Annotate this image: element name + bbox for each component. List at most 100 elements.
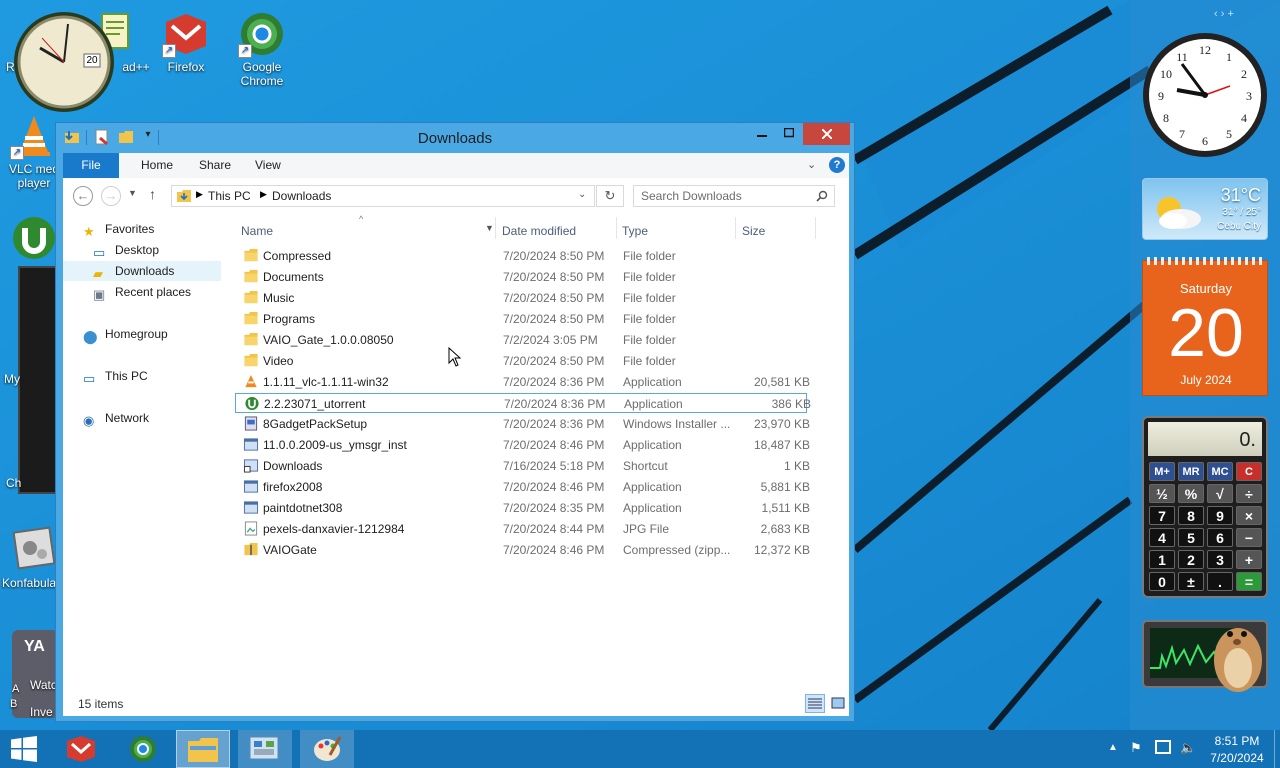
calculator-key[interactable]: 8 <box>1178 506 1204 525</box>
file-row[interactable]: VAIOGate 7/20/2024 8:46 PM Compressed (zip… <box>235 540 810 560</box>
large-icons-view-button[interactable] <box>829 694 847 713</box>
back-button[interactable]: ← <box>73 186 93 206</box>
tab-file[interactable]: File <box>63 153 119 178</box>
tab-home[interactable]: Home <box>127 153 187 178</box>
maximize-button[interactable] <box>776 123 802 145</box>
item-count: 15 items <box>78 697 124 711</box>
calculator-key[interactable]: 5 <box>1178 528 1204 547</box>
address-bar[interactable]: ▶ This PC ▶ Downloads ⌄ <box>171 185 595 207</box>
taskbar-clock-date[interactable]: 7/20/2024 <box>1202 751 1272 765</box>
show-hidden-icons-button[interactable]: ▲ <box>1108 742 1118 753</box>
calculator-key[interactable]: ÷ <box>1236 484 1262 503</box>
calculator-key[interactable]: ½ <box>1149 484 1175 503</box>
calculator-key[interactable]: √ <box>1207 484 1233 503</box>
calculator-key[interactable]: − <box>1236 528 1262 547</box>
up-button[interactable]: ↑ <box>149 186 156 202</box>
calculator-key[interactable]: = <box>1236 572 1262 591</box>
calculator-key[interactable]: ± <box>1178 572 1204 591</box>
column-separator[interactable] <box>815 217 816 239</box>
calculator-key[interactable]: 4 <box>1149 528 1175 547</box>
column-separator[interactable] <box>616 217 617 239</box>
volume-muted-icon[interactable]: 🔈 <box>1180 740 1196 756</box>
taskbar-clock-time[interactable]: 8:51 PM <box>1202 734 1272 748</box>
sidebar-clock-gadget[interactable]: 12 1 2 3 45 6 78 9 10 11 <box>1142 32 1268 158</box>
calculator-key[interactable]: C <box>1236 462 1262 481</box>
file-row[interactable]: 2.2.23071_utorrent 7/20/2024 8:36 PM Appli… <box>235 393 811 413</box>
calculator-key[interactable]: 2 <box>1178 550 1204 569</box>
column-header-date[interactable]: Date modified <box>502 219 576 243</box>
calculator-key[interactable]: 1 <box>1149 550 1175 569</box>
tab-view[interactable]: View <box>241 153 295 178</box>
file-row[interactable]: 11.0.0.2009-us_ymsgr_inst 7/20/2024 8:46 … <box>235 435 810 455</box>
title-bar[interactable]: ▾ Downloads <box>56 123 854 153</box>
minimize-button[interactable] <box>749 123 775 145</box>
file-row[interactable]: Video 7/20/2024 8:50 PM File folder <box>235 351 807 371</box>
file-row[interactable]: Music 7/20/2024 8:50 PM File folder <box>235 288 807 308</box>
column-separator[interactable] <box>495 217 496 239</box>
nav-recent[interactable]: ▣ Recent places <box>93 282 191 302</box>
sidebar-nav-arrows[interactable]: ‹ › + <box>1214 8 1234 20</box>
refresh-button[interactable]: ↻ <box>596 185 624 207</box>
taskbar-paint[interactable] <box>300 730 354 768</box>
calculator-gadget[interactable]: 0. M+ MR MC C ½% √ ÷ 7 8 9 × 4 5 6− 1 2 3 +0 ±. = <box>1142 416 1268 598</box>
help-button[interactable]: ? <box>829 157 845 173</box>
file-row[interactable]: VAIO_Gate_1.0.0.08050 7/2/2024 3:05 PM Fil… <box>235 330 807 350</box>
calculator-key[interactable]: 7 <box>1149 506 1175 525</box>
column-separator[interactable] <box>735 217 736 239</box>
desktop-clock-gadget[interactable]: 20 <box>12 10 116 114</box>
column-header-type[interactable]: Type <box>622 219 648 243</box>
file-row[interactable]: Programs 7/20/2024 8:50 PM File folder <box>235 309 807 329</box>
desktop-icon-google-chrome[interactable]: ↗ Google Chrome <box>224 10 300 88</box>
file-row[interactable]: 8GadgetPackSetup 7/20/2024 8:36 PM Windows… <box>235 414 810 434</box>
tab-share[interactable]: Share <box>185 153 245 178</box>
calculator-key[interactable]: 0 <box>1149 572 1175 591</box>
weather-gadget[interactable]: 31°C 31° / 25° Cebu City <box>1142 178 1268 240</box>
nav-favorites[interactable]: ★ Favorites <box>83 219 154 239</box>
nav-desktop[interactable]: ▭ Desktop <box>93 240 159 260</box>
address-dropdown-icon[interactable]: ⌄ <box>578 189 586 200</box>
file-row[interactable]: Compressed 7/20/2024 8:50 PM File folder <box>235 246 807 266</box>
taskbar-chrome[interactable] <box>116 730 170 768</box>
file-row[interactable]: paintdotnet308 7/20/2024 8:35 PM Applicati… <box>235 498 810 518</box>
file-row[interactable]: 1.1.11_vlc-1.1.11-win32 7/20/2024 8:36 PM… <box>235 372 810 392</box>
taskbar-file-explorer[interactable] <box>176 730 230 768</box>
start-button[interactable] <box>0 730 48 768</box>
nav-thispc[interactable]: ▭ This PC <box>83 366 148 386</box>
file-row[interactable]: pexels-danxavier-1212984 7/20/2024 8:44 P… <box>235 519 810 539</box>
taskbar-control-panel[interactable] <box>238 730 292 768</box>
calendar-gadget[interactable]: Saturday 20 July 2024 <box>1142 257 1268 396</box>
breadcrumb-this-pc[interactable]: This PC <box>208 189 251 203</box>
nav-downloads[interactable]: ▰ Downloads <box>63 261 221 281</box>
details-view-button[interactable] <box>805 694 825 713</box>
column-header-name[interactable]: Name <box>241 219 273 243</box>
show-desktop-button[interactable] <box>1274 730 1280 768</box>
column-header-size[interactable]: Size <box>742 219 765 243</box>
calculator-key[interactable]: . <box>1207 572 1233 591</box>
calculator-key[interactable]: 6 <box>1207 528 1233 547</box>
column-filter-dropdown-icon[interactable]: ▼ <box>485 223 494 233</box>
nav-homegroup[interactable]: ⬤ Homegroup <box>83 324 168 344</box>
cpu-meter-gadget[interactable] <box>1142 620 1268 692</box>
file-row[interactable]: firefox2008 7/20/2024 8:46 PM Application 5… <box>235 477 810 497</box>
nav-network[interactable]: ◉ Network <box>83 408 149 428</box>
search-input[interactable]: Search Downloads <box>633 185 835 207</box>
taskbar-firefox[interactable] <box>54 730 108 768</box>
ribbon-expand-button[interactable]: ⌄ <box>807 158 821 172</box>
recent-locations-button[interactable]: ▼ <box>128 188 137 198</box>
breadcrumb-downloads[interactable]: Downloads <box>272 189 331 203</box>
file-row[interactable]: Documents 7/20/2024 8:50 PM File folder <box>235 267 807 287</box>
network-icon[interactable] <box>1155 740 1171 754</box>
calculator-key[interactable]: × <box>1236 506 1262 525</box>
calculator-key[interactable]: MC <box>1207 462 1233 481</box>
file-row[interactable]: Downloads 7/16/2024 5:18 PM Shortcut 1 KB <box>235 456 810 476</box>
calculator-key[interactable]: % <box>1178 484 1204 503</box>
calculator-key[interactable]: + <box>1236 550 1262 569</box>
forward-button[interactable]: → <box>101 186 121 206</box>
action-center-flag-icon[interactable]: ⚑ <box>1130 740 1142 756</box>
close-button[interactable] <box>803 123 850 145</box>
calculator-key[interactable]: 9 <box>1207 506 1233 525</box>
calculator-key[interactable]: M+ <box>1149 462 1175 481</box>
calculator-key[interactable]: 3 <box>1207 550 1233 569</box>
calculator-key[interactable]: MR <box>1178 462 1204 481</box>
file-explorer-window[interactable]: ▾ Downloads File Home Share View ⌄ ? ← →… <box>55 122 855 722</box>
